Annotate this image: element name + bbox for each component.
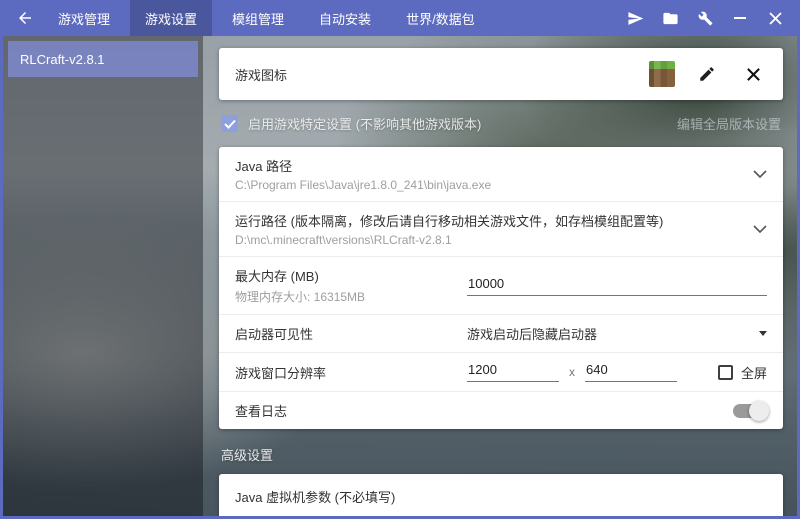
folder-icon[interactable] bbox=[656, 4, 684, 32]
edit-icon-button[interactable] bbox=[693, 60, 721, 88]
view-logs-row: 查看日志 bbox=[219, 391, 783, 429]
java-path-row[interactable]: Java 路径 C:\Program Files\Java\jre1.8.0_2… bbox=[219, 147, 783, 201]
send-icon[interactable] bbox=[621, 4, 649, 32]
edit-global-settings-button[interactable]: 编辑全局版本设置 bbox=[677, 114, 781, 133]
resolution-separator: x bbox=[569, 365, 575, 379]
remove-icon-button[interactable] bbox=[739, 60, 767, 88]
close-button[interactable] bbox=[761, 4, 789, 32]
enable-settings-label: 启用游戏特定设置 (不影响其他游戏版本) bbox=[248, 117, 482, 132]
max-memory-text: 最大内存 (MB) 物理内存大小: 16315MB bbox=[235, 266, 365, 305]
resolution-label: 游戏窗口分辨率 bbox=[235, 365, 327, 381]
check-icon bbox=[223, 119, 236, 129]
launcher-window: 游戏管理 游戏设置 模组管理 自动安装 世界/数据包 RLCraft-v2.8.… bbox=[0, 0, 800, 519]
java-path-label: Java 路径 bbox=[235, 159, 293, 174]
tab-world-datapacks[interactable]: 世界/数据包 bbox=[391, 0, 490, 36]
game-icon-label: 游戏图标 bbox=[235, 67, 288, 83]
chevron-down-icon bbox=[753, 225, 767, 233]
toggle-knob bbox=[749, 400, 769, 421]
grass-block-icon[interactable] bbox=[649, 61, 675, 87]
jvm-args-card[interactable]: Java 虚拟机参数 (不必填写) bbox=[219, 474, 783, 516]
resolution-row: 游戏窗口分辨率 1200 x 640 全屏 bbox=[219, 352, 783, 391]
max-memory-hint: 物理内存大小: 16315MB bbox=[235, 290, 366, 304]
version-sidebar: RLCraft-v2.8.1 bbox=[3, 36, 203, 516]
settings-panel: 游戏图标 启用游戏特定设置 (不影响其他游戏版本) 编辑全局版本设置 Java … bbox=[203, 36, 797, 516]
enable-settings-row: 启用游戏特定设置 (不影响其他游戏版本) 编辑全局版本设置 bbox=[221, 114, 781, 133]
back-button[interactable] bbox=[11, 4, 39, 32]
resolution-height-input[interactable]: 640 bbox=[585, 362, 677, 382]
view-logs-toggle[interactable] bbox=[733, 400, 769, 421]
run-path-text: 运行路径 (版本隔离，修改后请自行移动相关游戏文件，如存档模组配置等) D:\m… bbox=[235, 211, 663, 247]
fullscreen-label: 全屏 bbox=[740, 365, 767, 381]
pencil-icon bbox=[700, 67, 714, 81]
launcher-visibility-value: 游戏启动后隐藏启动器 bbox=[467, 327, 598, 342]
window-body: RLCraft-v2.8.1 游戏图标 启用游戏特定设置 (不影响其他游戏版本)… bbox=[3, 36, 797, 516]
topbar-actions bbox=[621, 4, 797, 32]
run-path-value: D:\mc\.minecraft\versions\RLCraft-v2.8.1 bbox=[235, 233, 452, 247]
caret-down-icon bbox=[759, 331, 767, 336]
version-settings-card: Java 路径 C:\Program Files\Java\jre1.8.0_2… bbox=[219, 147, 783, 429]
run-path-label: 运行路径 (版本隔离，修改后请自行移动相关游戏文件，如存档模组配置等) bbox=[235, 214, 664, 229]
tab-game-management[interactable]: 游戏管理 bbox=[43, 0, 125, 36]
launcher-visibility-select[interactable]: 游戏启动后隐藏启动器 bbox=[467, 324, 767, 343]
max-memory-input[interactable]: 10000 bbox=[467, 276, 767, 296]
enable-settings-checkbox[interactable] bbox=[221, 115, 238, 132]
advanced-settings-header: 高级设置 bbox=[221, 448, 274, 463]
resolution-fields: 1200 x 640 全屏 bbox=[467, 362, 767, 382]
resolution-width-input[interactable]: 1200 bbox=[467, 362, 559, 382]
launcher-visibility-label: 启动器可见性 bbox=[235, 327, 314, 342]
close-icon bbox=[746, 67, 760, 81]
game-icon-card: 游戏图标 bbox=[219, 48, 783, 100]
launcher-visibility-row: 启动器可见性 游戏启动后隐藏启动器 bbox=[219, 314, 783, 352]
java-path-text: Java 路径 C:\Program Files\Java\jre1.8.0_2… bbox=[235, 156, 491, 192]
max-memory-label: 最大内存 (MB) bbox=[235, 269, 319, 284]
topbar: 游戏管理 游戏设置 模组管理 自动安装 世界/数据包 bbox=[3, 0, 797, 36]
jvm-args-label: Java 虚拟机参数 (不必填写) bbox=[235, 490, 396, 505]
nav-tabs: 游戏管理 游戏设置 模组管理 自动安装 世界/数据包 bbox=[43, 0, 495, 36]
chevron-down-icon bbox=[753, 170, 767, 178]
minimize-button[interactable] bbox=[726, 4, 754, 32]
back-arrow-icon bbox=[19, 12, 31, 24]
max-memory-row: 最大内存 (MB) 物理内存大小: 16315MB 10000 bbox=[219, 256, 783, 314]
game-icon-actions bbox=[649, 60, 767, 88]
java-path-value: C:\Program Files\Java\jre1.8.0_241\bin\j… bbox=[235, 178, 492, 192]
tab-game-settings[interactable]: 游戏设置 bbox=[130, 0, 213, 36]
max-memory-field: 10000 bbox=[467, 276, 767, 296]
run-path-row[interactable]: 运行路径 (版本隔离，修改后请自行移动相关游戏文件，如存档模组配置等) D:\m… bbox=[219, 201, 783, 256]
fullscreen-checkbox[interactable] bbox=[717, 364, 733, 380]
tab-mod-management[interactable]: 模组管理 bbox=[217, 0, 299, 36]
sidebar-item-version[interactable]: RLCraft-v2.8.1 bbox=[8, 41, 198, 77]
view-logs-label: 查看日志 bbox=[235, 404, 288, 419]
wrench-icon[interactable] bbox=[691, 4, 719, 32]
tab-auto-install[interactable]: 自动安装 bbox=[304, 0, 386, 36]
